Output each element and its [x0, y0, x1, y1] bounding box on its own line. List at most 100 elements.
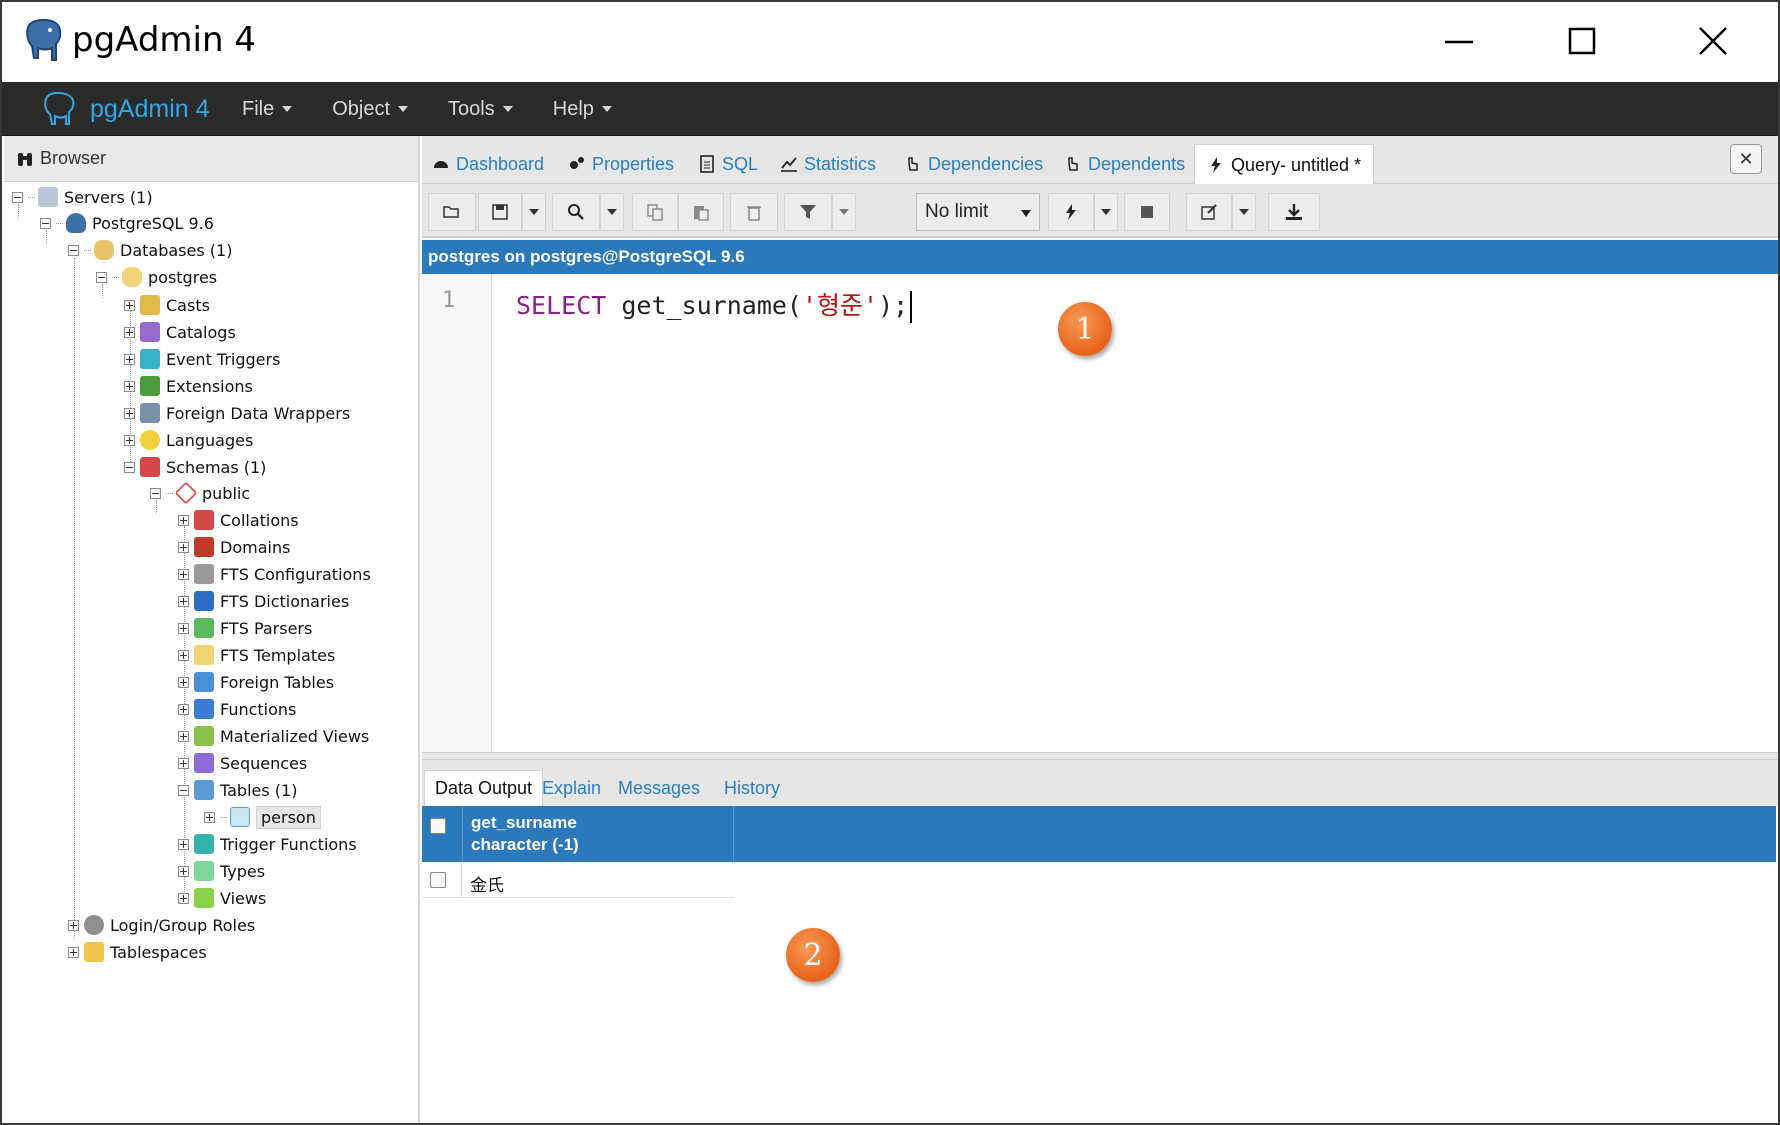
- row-checkbox[interactable]: [430, 872, 446, 888]
- tree-node-extensions[interactable]: Extensions: [124, 373, 253, 399]
- tree-node-languages[interactable]: Languages: [124, 427, 253, 453]
- tree-node-servers[interactable]: Servers (1): [12, 184, 153, 210]
- delete-button[interactable]: [730, 193, 778, 231]
- expand-toggle-icon[interactable]: [178, 649, 189, 661]
- tab-statistics[interactable]: Statistics: [780, 144, 876, 184]
- collapse-toggle-icon[interactable]: [12, 191, 23, 203]
- tree-node-fts-dictionaries[interactable]: FTS Dictionaries: [178, 588, 349, 614]
- close-panel-button[interactable]: ✕: [1730, 144, 1762, 174]
- expand-toggle-icon[interactable]: [178, 892, 189, 904]
- expand-toggle-icon[interactable]: [178, 730, 189, 742]
- tree-node-fts-configurations[interactable]: FTS Configurations: [178, 561, 371, 587]
- tab-dashboard[interactable]: Dashboard: [432, 144, 544, 184]
- expand-toggle-icon[interactable]: [124, 326, 135, 338]
- menu-tools[interactable]: Tools: [448, 98, 513, 121]
- tree-node-public[interactable]: public: [150, 480, 250, 506]
- collapse-toggle-icon[interactable]: [96, 271, 107, 283]
- collapse-toggle-icon[interactable]: [150, 487, 161, 499]
- tree-node-types[interactable]: Types: [178, 858, 265, 884]
- collapse-toggle-icon[interactable]: [68, 244, 79, 256]
- save-button[interactable]: [478, 193, 522, 231]
- expand-toggle-icon[interactable]: [68, 919, 79, 931]
- expand-toggle-icon[interactable]: [124, 353, 135, 365]
- tree-node-postgresql[interactable]: PostgreSQL 9.6: [40, 210, 214, 236]
- find-dropdown-button[interactable]: [600, 193, 624, 231]
- tab-properties[interactable]: Properties: [568, 144, 674, 184]
- close-button[interactable]: [1690, 18, 1740, 68]
- expand-toggle-icon[interactable]: [178, 622, 189, 634]
- download-button[interactable]: [1268, 193, 1320, 231]
- tree-node-domains[interactable]: Domains: [178, 534, 290, 560]
- tree-node-collations[interactable]: Collations: [178, 507, 299, 533]
- tab-explain[interactable]: Explain: [532, 770, 611, 806]
- collapse-toggle-icon[interactable]: [124, 461, 135, 473]
- tree-node-event-triggers[interactable]: Event Triggers: [124, 346, 280, 372]
- collapse-toggle-icon[interactable]: [40, 217, 51, 229]
- tab-sql[interactable]: SQL: [698, 144, 758, 184]
- tree-node-fdw[interactable]: Foreign Data Wrappers: [124, 400, 350, 426]
- collapse-toggle-icon[interactable]: [178, 784, 189, 796]
- brand[interactable]: pgAdmin 4: [42, 92, 210, 126]
- tree-node-casts[interactable]: Casts: [124, 292, 210, 318]
- expand-toggle-icon[interactable]: [178, 541, 189, 553]
- tab-history[interactable]: History: [714, 770, 790, 806]
- tab-dependencies[interactable]: Dependencies: [904, 144, 1043, 184]
- expand-toggle-icon[interactable]: [124, 407, 135, 419]
- tree-node-login-roles[interactable]: Login/Group Roles: [68, 912, 255, 938]
- column-header-get-surname[interactable]: get_surname character (-1): [462, 806, 734, 862]
- tree-node-databases[interactable]: Databases (1): [68, 237, 232, 263]
- select-all-checkbox[interactable]: [430, 818, 446, 834]
- tree-node-fts-templates[interactable]: FTS Templates: [178, 642, 335, 668]
- expand-toggle-icon[interactable]: [204, 811, 215, 823]
- execute-button[interactable]: [1048, 193, 1094, 231]
- tree-node-materialized-views[interactable]: Materialized Views: [178, 723, 369, 749]
- menu-file[interactable]: File: [242, 98, 293, 121]
- tree-node-schemas[interactable]: Schemas (1): [124, 454, 266, 480]
- expand-toggle-icon[interactable]: [178, 568, 189, 580]
- sql-editor[interactable]: 1 SELECT get_surname('형준'); 1: [422, 274, 1778, 752]
- copy-button[interactable]: [632, 193, 678, 231]
- filter-dropdown-button[interactable]: [832, 193, 856, 231]
- row-limit-select[interactable]: No limit: [916, 193, 1040, 231]
- expand-toggle-icon[interactable]: [178, 865, 189, 877]
- stop-button[interactable]: [1124, 193, 1170, 231]
- edit-dropdown-button[interactable]: [1232, 193, 1256, 231]
- expand-toggle-icon[interactable]: [178, 514, 189, 526]
- tree-node-trigger-functions[interactable]: Trigger Functions: [178, 831, 357, 857]
- minimize-button[interactable]: [1437, 18, 1487, 68]
- tab-dependents[interactable]: Dependents: [1064, 144, 1185, 184]
- expand-toggle-icon[interactable]: [124, 299, 135, 311]
- menu-object[interactable]: Object: [332, 98, 409, 121]
- tree-node-fts-parsers[interactable]: FTS Parsers: [178, 615, 312, 641]
- tree-node-person[interactable]: person: [204, 804, 321, 830]
- save-dropdown-button[interactable]: [522, 193, 546, 231]
- expand-toggle-icon[interactable]: [178, 676, 189, 688]
- execute-dropdown-button[interactable]: [1094, 193, 1118, 231]
- paste-button[interactable]: [678, 193, 724, 231]
- expand-toggle-icon[interactable]: [178, 838, 189, 850]
- tree-node-tables[interactable]: Tables (1): [178, 777, 297, 803]
- find-button[interactable]: [552, 193, 600, 231]
- expand-toggle-icon[interactable]: [178, 703, 189, 715]
- tree-node-functions[interactable]: Functions: [178, 696, 296, 722]
- expand-toggle-icon[interactable]: [178, 595, 189, 607]
- tree-node-foreign-tables[interactable]: Foreign Tables: [178, 669, 334, 695]
- tree-node-sequences[interactable]: Sequences: [178, 750, 307, 776]
- tree-node-postgres[interactable]: postgres: [96, 264, 217, 290]
- tab-query-untitled[interactable]: Query- untitled *: [1194, 144, 1375, 185]
- tab-data-output[interactable]: Data Output: [424, 770, 544, 806]
- expand-toggle-icon[interactable]: [124, 380, 135, 392]
- row-selector[interactable]: [422, 864, 462, 898]
- tree-node-tablespaces[interactable]: Tablespaces: [68, 939, 207, 965]
- filter-button[interactable]: [784, 193, 832, 231]
- tree-node-catalogs[interactable]: Catalogs: [124, 319, 236, 345]
- open-file-button[interactable]: [428, 193, 476, 231]
- grid-cell[interactable]: 金氏: [470, 871, 504, 896]
- expand-toggle-icon[interactable]: [178, 757, 189, 769]
- maximize-button[interactable]: [1562, 18, 1612, 68]
- tree-node-views[interactable]: Views: [178, 885, 266, 911]
- tab-messages[interactable]: Messages: [608, 770, 710, 806]
- panel-splitter[interactable]: [422, 752, 1778, 760]
- menu-help[interactable]: Help: [553, 98, 612, 121]
- expand-toggle-icon[interactable]: [68, 946, 79, 958]
